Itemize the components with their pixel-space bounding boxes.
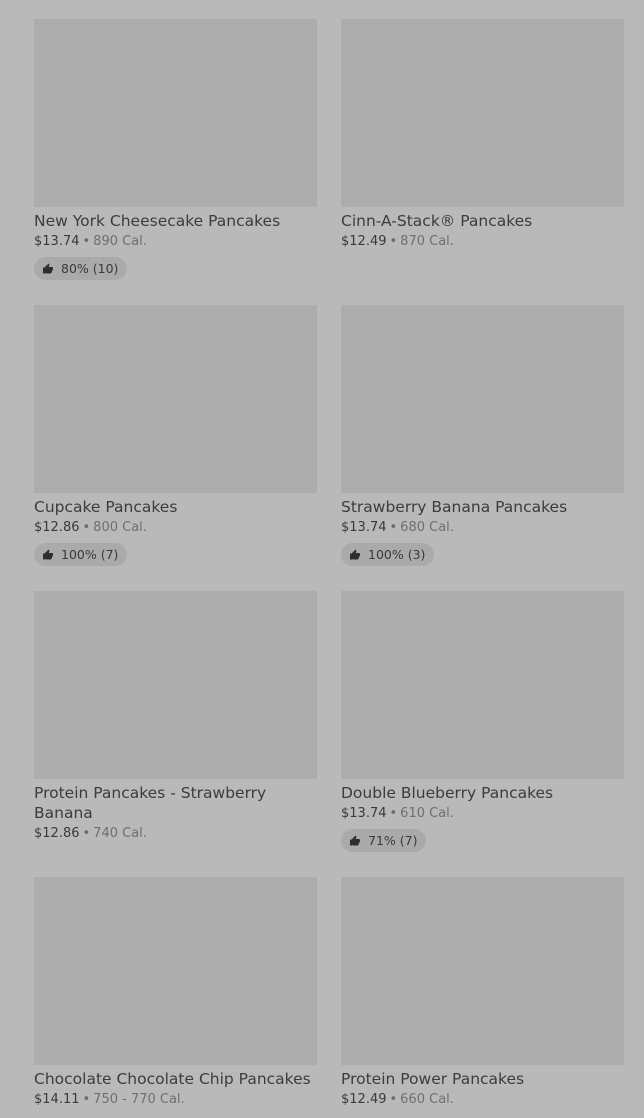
item-name: Double Blueberry Pancakes [341, 784, 554, 802]
menu-item-card[interactable]: Protein Pancakes - Strawberry Banana $12… [34, 591, 317, 842]
item-meta: $13.74 • 680 Cal. [341, 520, 624, 536]
menu-item-card[interactable]: Chocolate Chocolate Chip Pancakes $14.11… [34, 877, 317, 1108]
rating-badge: 100% (7) [34, 543, 128, 566]
item-meta: $13.74 • 890 Cal. [34, 234, 317, 250]
item-price: $12.86 [34, 826, 80, 841]
thumbs-up-icon [43, 263, 53, 273]
separator: • [82, 234, 91, 249]
item-price: $13.74 [341, 520, 387, 535]
item-price: $13.74 [34, 234, 80, 249]
menu-item-card[interactable]: Protein Power Pancakes $12.49 • 660 Cal. [341, 877, 624, 1108]
rating-badge: 80% (10) [34, 257, 128, 280]
item-calories: 740 Cal. [93, 826, 147, 841]
item-price: $12.49 [341, 234, 387, 249]
item-calories: 660 Cal. [400, 1092, 454, 1107]
item-image-placeholder [341, 591, 624, 779]
item-meta: $12.86 • 740 Cal. [34, 826, 317, 842]
item-calories: 800 Cal. [93, 520, 147, 535]
rating-text: 100% (3) [368, 547, 426, 562]
item-name: Cupcake Pancakes [34, 498, 178, 516]
item-calories: 680 Cal. [400, 520, 454, 535]
item-name: Cinn-A-Stack® Pancakes [341, 212, 533, 230]
separator: • [389, 1092, 398, 1107]
separator: • [82, 520, 91, 535]
item-name: Protein Power Pancakes [341, 1070, 525, 1088]
item-meta: $12.49 • 660 Cal. [341, 1092, 624, 1108]
rating-badge: 71% (7) [341, 829, 427, 852]
rating-badge: 100% (3) [341, 543, 435, 566]
item-price: $13.74 [341, 806, 387, 821]
menu-item-card[interactable]: New York Cheesecake Pancakes $13.74 • 890 … [34, 19, 317, 280]
item-meta: $12.49 • 870 Cal. [341, 234, 624, 250]
item-image-placeholder [34, 19, 317, 207]
separator: • [389, 520, 398, 535]
item-meta: $14.11 • 750 - 770 Cal. [34, 1092, 317, 1108]
menu-item-card[interactable]: Cinn-A-Stack® Pancakes $12.49 • 870 Cal. [341, 19, 624, 250]
separator: • [82, 826, 91, 841]
rating-text: 100% (7) [61, 547, 119, 562]
item-image-placeholder [341, 877, 624, 1065]
thumbs-up-icon [43, 549, 53, 559]
item-name: Protein Pancakes - Strawberry Banana [34, 784, 267, 822]
item-image-placeholder [341, 305, 624, 493]
item-image-placeholder [34, 591, 317, 779]
rating-text: 80% (10) [61, 261, 119, 276]
item-price: $12.86 [34, 520, 80, 535]
item-price: $14.11 [34, 1092, 80, 1107]
menu-item-card[interactable]: Double Blueberry Pancakes $13.74 • 610 Cal… [341, 591, 624, 852]
item-name: Chocolate Chocolate Chip Pancakes [34, 1070, 311, 1088]
menu-item-card[interactable]: Strawberry Banana Pancakes $13.74 • 680 Ca… [341, 305, 624, 566]
rating-text: 71% (7) [368, 833, 418, 848]
item-calories: 610 Cal. [400, 806, 454, 821]
item-image-placeholder [34, 305, 317, 493]
item-price: $12.49 [341, 1092, 387, 1107]
thumbs-up-icon [350, 549, 360, 559]
item-image-placeholder [34, 877, 317, 1065]
item-meta: $12.86 • 800 Cal. [34, 520, 317, 536]
item-meta: $13.74 • 610 Cal. [341, 806, 624, 822]
item-name: New York Cheesecake Pancakes [34, 212, 281, 230]
separator: • [389, 806, 398, 821]
separator: • [389, 234, 398, 249]
separator: • [82, 1092, 91, 1107]
item-calories: 890 Cal. [93, 234, 147, 249]
item-image-placeholder [341, 19, 624, 207]
item-name: Strawberry Banana Pancakes [341, 498, 568, 516]
menu-item-card[interactable]: Cupcake Pancakes $12.86 • 800 Cal. 100% (7… [34, 305, 317, 566]
item-calories: 750 - 770 Cal. [93, 1092, 185, 1107]
item-calories: 870 Cal. [400, 234, 454, 249]
thumbs-up-icon [350, 835, 360, 845]
